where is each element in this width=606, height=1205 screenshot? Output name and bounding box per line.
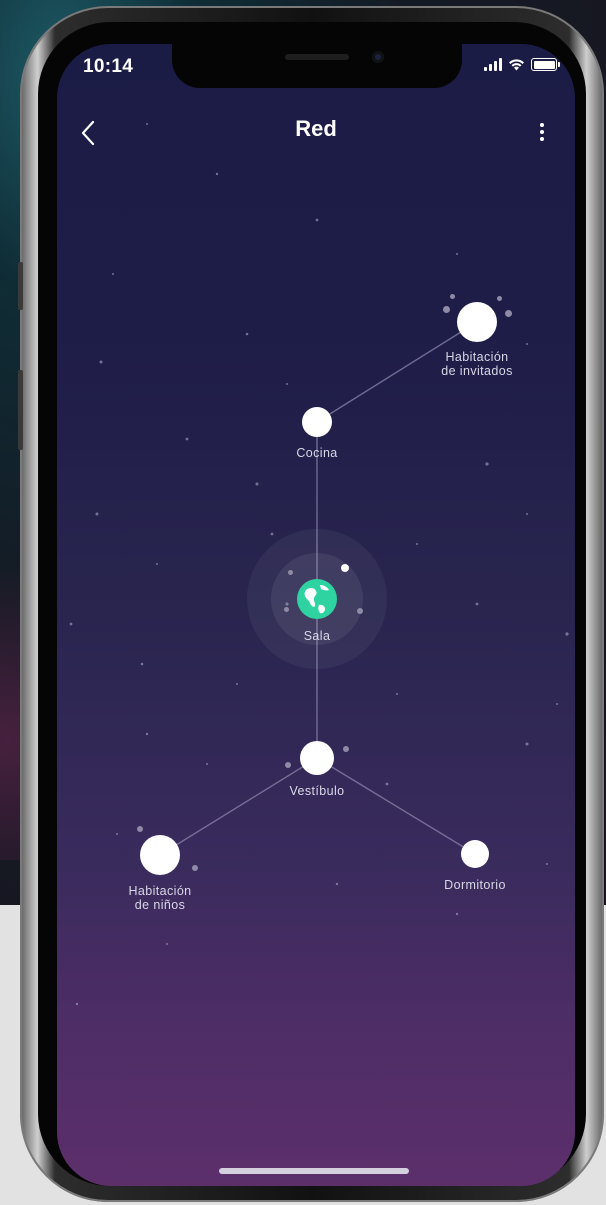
network-node-hall[interactable] bbox=[300, 741, 334, 775]
node-label-line: Habitación bbox=[445, 350, 509, 364]
battery-icon bbox=[531, 58, 560, 71]
device-dot bbox=[137, 826, 143, 832]
device-dot bbox=[497, 296, 502, 301]
device-dot bbox=[357, 608, 363, 614]
volume-down-button bbox=[18, 370, 23, 450]
network-node-center[interactable] bbox=[297, 579, 337, 619]
status-icons bbox=[484, 58, 560, 71]
device-dot bbox=[288, 570, 293, 575]
phone-screen: 10:14 Red Habitación de invitados Cocina bbox=[57, 44, 575, 1186]
device-dot bbox=[192, 865, 198, 871]
node-label-guest-room: Habitación de invitados bbox=[417, 350, 537, 378]
node-label-line: de niños bbox=[134, 898, 186, 912]
speaker bbox=[285, 54, 349, 60]
node-label-bedroom: Dormitorio bbox=[444, 878, 506, 892]
device-dot bbox=[284, 607, 289, 612]
cellular-signal-icon bbox=[484, 58, 502, 71]
network-node-bedroom[interactable] bbox=[461, 840, 489, 868]
node-label-kids-room: Habitación de niños bbox=[100, 884, 220, 912]
device-dot bbox=[343, 746, 349, 752]
status-time: 10:14 bbox=[83, 56, 134, 77]
notch bbox=[172, 44, 462, 88]
globe-icon bbox=[304, 585, 329, 614]
device-dot bbox=[285, 762, 291, 768]
node-label-hall: Vestíbulo bbox=[289, 784, 345, 798]
more-options-button[interactable] bbox=[537, 120, 547, 144]
node-label-center: Sala bbox=[303, 629, 331, 643]
more-vertical-icon-dot bbox=[540, 130, 544, 134]
network-node-guest-room[interactable] bbox=[457, 302, 497, 342]
device-dot bbox=[505, 310, 512, 317]
device-dot bbox=[443, 306, 450, 313]
node-label-line: de invitados bbox=[441, 364, 513, 378]
network-node-kitchen[interactable] bbox=[302, 407, 332, 437]
front-camera bbox=[372, 51, 384, 63]
device-dot-active bbox=[341, 564, 349, 572]
more-vertical-icon-dot bbox=[540, 123, 544, 127]
node-label-kitchen: Cocina bbox=[296, 446, 338, 460]
wifi-icon bbox=[509, 59, 524, 71]
device-dot bbox=[450, 294, 455, 299]
home-indicator[interactable] bbox=[219, 1168, 409, 1174]
page-title: Red bbox=[295, 116, 337, 141]
volume-up-button bbox=[18, 262, 23, 310]
node-label-line: Habitación bbox=[128, 884, 192, 898]
network-node-kids-room[interactable] bbox=[140, 835, 180, 875]
more-vertical-icon-dot bbox=[540, 137, 544, 141]
